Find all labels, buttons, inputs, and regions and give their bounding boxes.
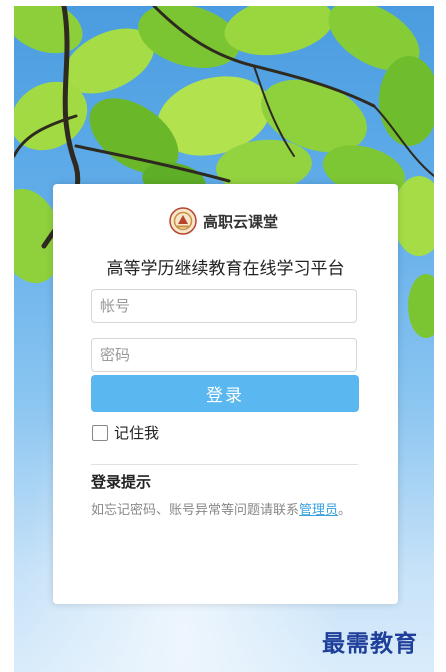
admin-contact-link[interactable]: 管理员 (299, 503, 338, 518)
remember-checkbox[interactable] (92, 424, 108, 441)
remember-label: 记住我 (114, 424, 160, 442)
login-tip-message: 如忘记密码、账号异常等问题请联系 (91, 503, 300, 518)
login-tip-end: 。 (338, 503, 352, 518)
login-tip-title: 登录提示 (91, 473, 152, 491)
institution-emblem-icon (169, 207, 197, 235)
password-input[interactable] (91, 338, 357, 372)
remember-me[interactable]: 记住我 (92, 422, 159, 443)
login-button[interactable]: 登录 (91, 375, 359, 412)
login-card: 高职云课堂 高等学历继续教育在线学习平台 登录 记住我 登录提示 如忘记密码、账… (53, 184, 398, 604)
logo-text: 高职云课堂 (203, 212, 279, 231)
divider (91, 464, 358, 465)
page-subtitle: 高等学历继续教育在线学习平台 (106, 259, 345, 279)
login-tip-text: 如忘记密码、账号异常等问题请联系管理员。 (91, 499, 351, 518)
account-input[interactable] (91, 289, 357, 323)
logo: 高职云课堂 (169, 206, 278, 236)
watermark-text: 最需教育 (322, 630, 418, 657)
